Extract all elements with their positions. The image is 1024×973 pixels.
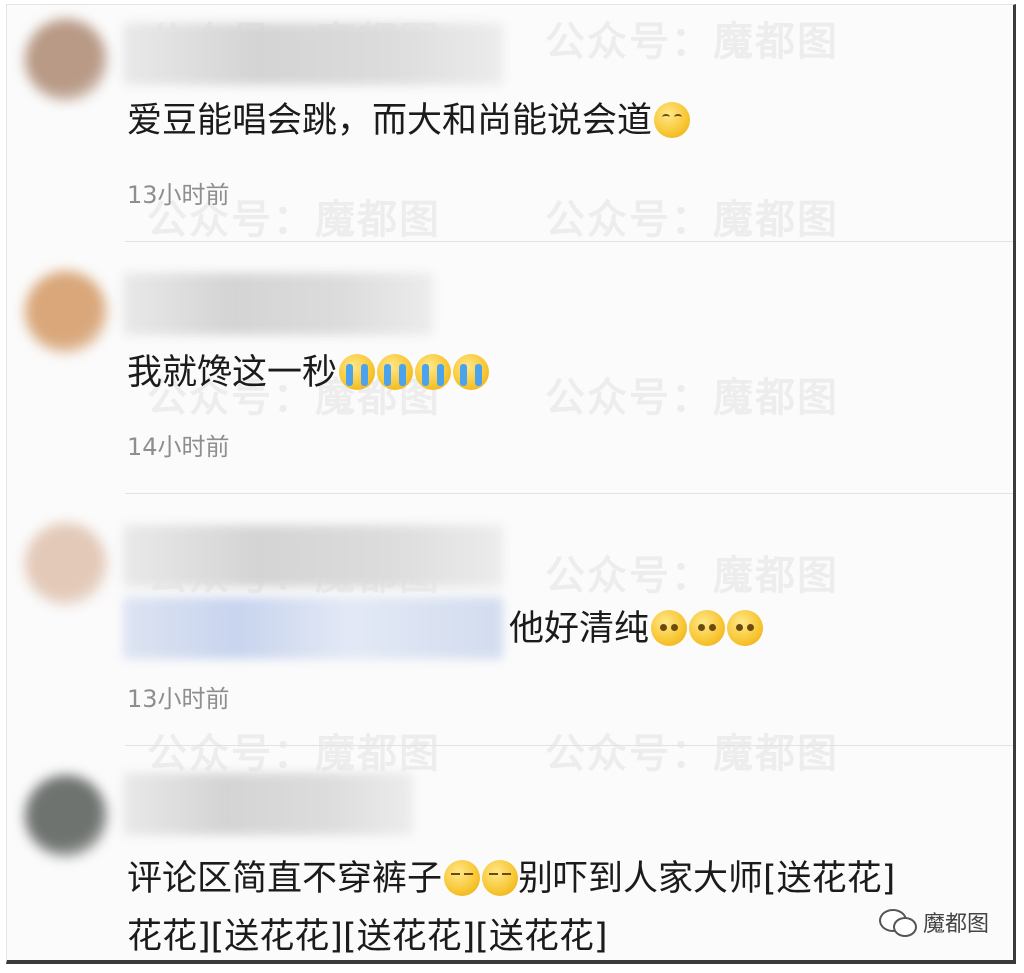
- comment-text: 爱豆能唱会跳，而大和尚能说会道: [127, 93, 691, 149]
- divider: [125, 493, 1013, 494]
- shy-emoji-icon: [689, 610, 726, 646]
- watermark-text: 公众号：魔都图: [545, 553, 839, 599]
- shy-emoji-icon: [727, 610, 764, 646]
- shy-emoji-icon: [651, 610, 688, 646]
- comment-text: 他好清纯: [509, 601, 764, 657]
- watermark-text: 公众号：魔都图: [545, 197, 839, 243]
- comment-timestamp: 13小时前: [127, 181, 230, 209]
- username-blurred[interactable]: [123, 773, 413, 835]
- smug-emoji-icon: [482, 860, 519, 896]
- reply-quote-blurred[interactable]: [123, 597, 503, 659]
- divider: [125, 745, 1013, 746]
- username-blurred[interactable]: [123, 273, 433, 335]
- comment-timestamp: 13小时前: [127, 685, 230, 713]
- comment-body-part2: 别吓到人家大师[送花花]: [518, 859, 896, 899]
- watermark-text: 公众号：魔都图: [147, 731, 441, 777]
- wechat-watermark-badge: 魔都图: [878, 906, 989, 938]
- comment-text: 我就馋这一秒: [127, 345, 490, 401]
- username-blurred[interactable]: [123, 525, 503, 587]
- comment-body: 我就馋这一秒: [127, 353, 338, 393]
- smug-emoji-icon: [444, 860, 481, 896]
- avatar[interactable]: [25, 19, 107, 101]
- crying-emoji-icon: [377, 354, 414, 390]
- comment-body: 爱豆能唱会跳，而大和尚能说会道: [127, 101, 653, 141]
- watermark-text: 公众号：魔都图: [545, 19, 839, 65]
- crying-emoji-icon: [339, 354, 376, 390]
- avatar[interactable]: [25, 271, 107, 353]
- avatar[interactable]: [25, 775, 107, 857]
- username-blurred[interactable]: [123, 23, 503, 85]
- comment-timestamp: 14小时前: [127, 433, 230, 461]
- crying-emoji-icon: [453, 354, 490, 390]
- smile-emoji-icon: [654, 102, 691, 138]
- comment-text-line2: 花花][送花花][送花花][送花花]: [127, 917, 608, 957]
- watermark-text: 公众号：魔都图: [545, 731, 839, 777]
- badge-label: 魔都图: [922, 912, 989, 937]
- divider: [125, 241, 1013, 242]
- watermark-text: 公众号：魔都图: [545, 375, 839, 421]
- comment-text: 评论区简直不穿裤子 别吓到人家大师[送花花]: [127, 851, 895, 907]
- comment-body: 他好清纯: [509, 609, 650, 649]
- comment-list-screenshot: 公众号：魔都图 公众号：魔都图 公众号：魔都图 公众号：魔都图 公众号：魔都图 …: [6, 4, 1016, 964]
- comment-body-part1: 评论区简直不穿裤子: [127, 859, 443, 899]
- avatar[interactable]: [25, 523, 107, 605]
- crying-emoji-icon: [415, 354, 452, 390]
- wechat-icon: [878, 909, 917, 937]
